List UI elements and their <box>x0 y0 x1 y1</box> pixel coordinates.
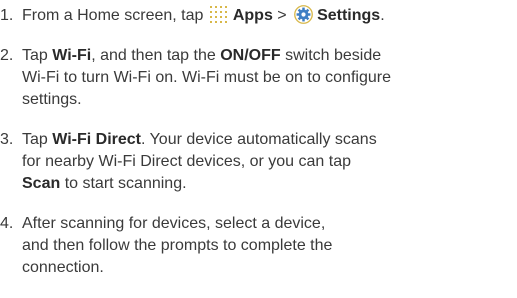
step-text: Tap Wi-Fi Direct. Your device automatica… <box>22 129 517 195</box>
text-run: switch beside <box>280 47 382 64</box>
step-number: 1. <box>0 7 14 24</box>
step-line: settings. <box>22 91 82 108</box>
step-number: 2. <box>0 47 14 64</box>
step-text: After scanning for devices, select a dev… <box>22 213 517 279</box>
settings-label: Settings <box>317 7 381 24</box>
step-line: for nearby Wi-Fi Direct devices, or you … <box>22 153 352 170</box>
step-line: connection. <box>22 259 104 276</box>
step-line: Scan to start scanning. <box>22 173 517 195</box>
wifi-direct-label: Wi-Fi Direct <box>52 131 141 148</box>
text-run: . <box>380 7 385 24</box>
text-run: > <box>272 7 292 24</box>
settings-gear-icon <box>294 5 313 24</box>
wifi-label: Wi-Fi <box>52 47 92 64</box>
step-number: 3. <box>0 131 14 148</box>
scan-label: Scan <box>22 175 61 192</box>
step-number: 4. <box>0 215 14 232</box>
text-run: Tap <box>22 131 53 148</box>
on-off-label: ON/OFF <box>220 47 281 64</box>
step-line: From a Home screen, tap Apps > Settings. <box>22 5 517 27</box>
step-text: Tap Wi-Fi, and then tap the ON/OFF switc… <box>22 45 517 111</box>
text-run: . Your device automatically scans <box>141 131 377 148</box>
step-line: Wi-Fi to turn Wi-Fi on. Wi-Fi must be on… <box>22 69 391 86</box>
text-run: Tap <box>22 47 53 64</box>
step-line: After scanning for devices, select a dev… <box>22 215 326 232</box>
step-line: Tap Wi-Fi Direct. Your device automatica… <box>22 129 517 151</box>
step-line: and then follow the prompts to complete … <box>22 237 333 254</box>
step-text: From a Home screen, tap Apps > Settings. <box>22 5 517 27</box>
text-run: From a Home screen, tap <box>22 7 208 24</box>
step-line: Tap Wi-Fi, and then tap the ON/OFF switc… <box>22 45 517 67</box>
text-run: , and then tap the <box>91 47 221 64</box>
apps-label: Apps <box>232 7 273 24</box>
apps-grid-icon <box>209 6 227 23</box>
text-run: to start scanning. <box>60 175 187 192</box>
